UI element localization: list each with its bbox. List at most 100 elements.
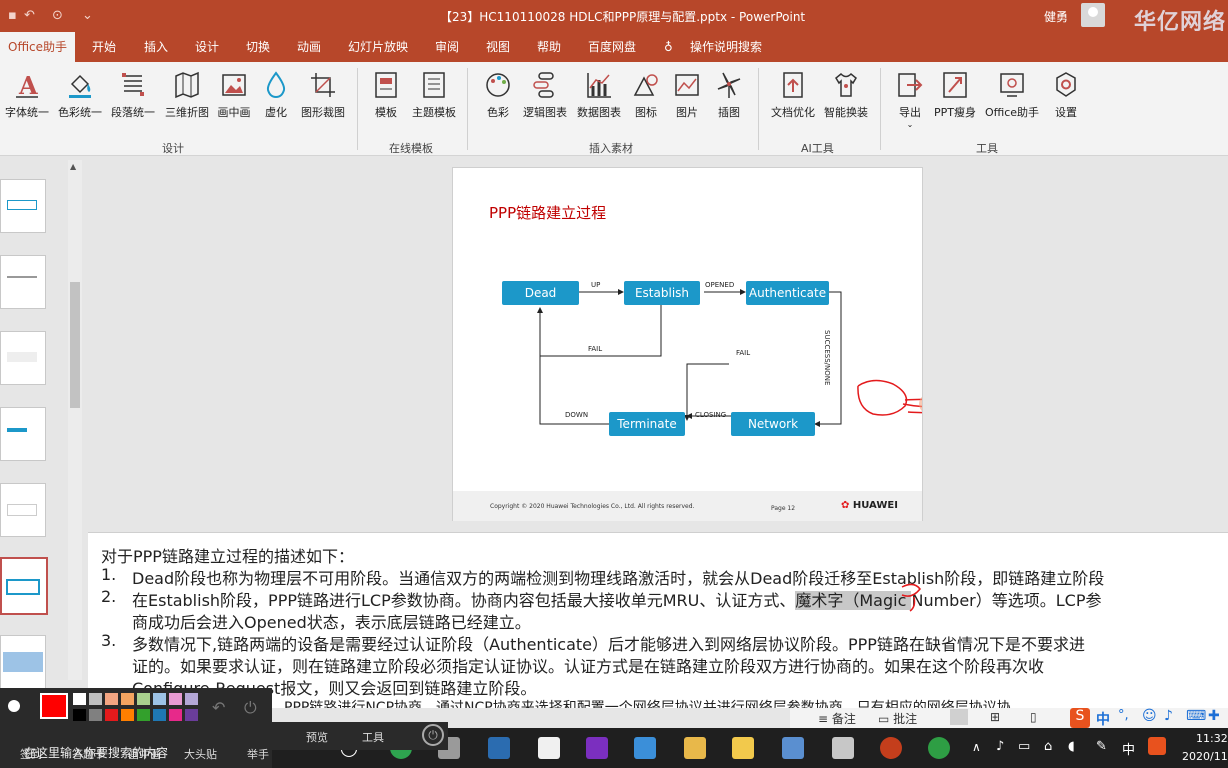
color-swatch[interactable] [169, 709, 182, 721]
theme-template-button[interactable]: 主题模板 [408, 70, 460, 120]
state-establish[interactable]: Establish [624, 281, 700, 305]
slide-thumbnail[interactable] [0, 483, 46, 537]
tab-review[interactable]: 审阅 [435, 32, 459, 62]
tab-view[interactable]: 视图 [486, 32, 510, 62]
slide-thumbnail[interactable] [0, 179, 46, 233]
undo-icon[interactable]: ↶ [212, 698, 225, 717]
comments-toggle-button[interactable]: ▭ 批注 [878, 710, 917, 727]
help-icon[interactable] [732, 737, 754, 759]
tab-baidu-netdisk[interactable]: 百度网盘 [588, 32, 636, 62]
pen-size-icon[interactable] [8, 700, 20, 712]
color-swatch[interactable] [185, 709, 198, 721]
office-assistant-button[interactable]: Office助手 [983, 70, 1041, 120]
avatar[interactable] [1081, 3, 1105, 27]
logic-chart-button[interactable]: 逻辑图表 [519, 70, 571, 120]
color-swatch[interactable] [121, 709, 134, 721]
onenote-icon[interactable] [586, 737, 608, 759]
color-swatch[interactable] [105, 709, 118, 721]
color-swatch[interactable] [153, 709, 166, 721]
tool-photo-sticker[interactable]: 大头贴 [184, 746, 217, 762]
tab-help[interactable]: 帮助 [537, 32, 561, 62]
font-unify-button[interactable]: A 字体统一 [3, 70, 51, 120]
sogou-icon[interactable] [1148, 737, 1166, 755]
network-app-icon[interactable] [782, 737, 804, 759]
scrollbar-thumb[interactable] [70, 282, 80, 408]
clock-date[interactable]: 2020/11 [1182, 750, 1228, 763]
icon-button[interactable]: 图标 [632, 70, 660, 120]
doc-optimize-button[interactable]: 文档优化 [768, 70, 818, 120]
tray-expand-icon[interactable]: ∧ [972, 740, 981, 754]
screen-app-icon[interactable] [832, 737, 854, 759]
state-terminate[interactable]: Terminate [609, 412, 685, 436]
user-name[interactable]: 健勇 [1044, 8, 1068, 25]
data-chart-button[interactable]: 数据图表 [573, 70, 625, 120]
color-swatch[interactable] [89, 709, 102, 721]
color-swatch[interactable] [121, 693, 134, 705]
color-swatch[interactable] [185, 693, 198, 705]
color-swatch[interactable] [169, 693, 182, 705]
document-icon[interactable] [538, 737, 560, 759]
state-authenticate[interactable]: Authenticate [746, 281, 829, 305]
app-icon[interactable] [928, 737, 950, 759]
slide-canvas[interactable]: PPP链路建立过程 Dead Establish Authenticate Te… [452, 167, 923, 521]
tell-me-search[interactable]: 操作说明搜索 [690, 32, 762, 62]
template-button[interactable]: 模板 [370, 70, 402, 120]
tab-office-assistant[interactable]: Office助手 [0, 32, 76, 62]
tab-animations[interactable]: 动画 [297, 32, 321, 62]
color-swatch[interactable] [73, 709, 86, 721]
punctuation-icon[interactable]: °, [1118, 708, 1129, 723]
smart-outfit-button[interactable]: 智能换装 [821, 70, 871, 120]
power-icon[interactable]: ⏻ [244, 698, 257, 718]
tool-raise-hand[interactable]: 举手 [247, 746, 271, 762]
normal-view-icon[interactable] [950, 709, 968, 725]
color-swatch[interactable] [153, 693, 166, 705]
powerpoint-icon[interactable] [880, 737, 902, 759]
scroll-up-icon[interactable]: ▲ [70, 162, 76, 171]
slide-thumbnail[interactable] [0, 635, 46, 689]
tab-design[interactable]: 设计 [195, 32, 219, 62]
slide-sorter-icon[interactable]: ⊞ [990, 710, 1000, 724]
paragraph-unify-button[interactable]: 段落统一 [107, 70, 159, 120]
blur-button[interactable]: 虚化 [260, 70, 292, 120]
power-icon[interactable]: ⏻ [422, 724, 444, 746]
ppt-slim-button[interactable]: PPT瘦身 [932, 70, 978, 120]
tab-slideshow[interactable]: 幻灯片放映 [348, 32, 408, 62]
color-swatch[interactable] [89, 693, 102, 705]
battery-icon[interactable]: ▭ [1018, 739, 1030, 754]
keyboard-icon[interactable]: ⌨ [1186, 708, 1206, 724]
tab-insert[interactable]: 插入 [144, 32, 168, 62]
customize-qat-icon[interactable]: ⌄ [82, 8, 93, 23]
search-app-icon[interactable] [488, 737, 510, 759]
tool-preview[interactable]: 预览 [306, 729, 328, 745]
clock-time[interactable]: 11:32 [1196, 732, 1228, 745]
slide-thumbnail[interactable] [0, 255, 46, 309]
undo-icon[interactable]: ↶ [24, 8, 35, 23]
tool-tools[interactable]: 工具 [362, 729, 384, 745]
color-swatch[interactable] [73, 693, 86, 705]
pen-icon[interactable]: ✎ [1096, 739, 1107, 754]
current-color-swatch[interactable] [40, 693, 68, 719]
notes-pane[interactable]: 对于PPP链路建立过程的描述如下： 1. Dead阶段也称为物理层不可用阶段。当… [88, 532, 1228, 708]
3d-fold-button[interactable]: 三维折图 [161, 70, 213, 120]
network-icon[interactable]: ⌂ [1044, 739, 1052, 754]
voice-icon[interactable]: ♪ [1164, 708, 1173, 724]
slide-thumbnail[interactable] [0, 331, 46, 385]
tab-transitions[interactable]: 切换 [246, 32, 270, 62]
reading-view-icon[interactable]: ▯ [1030, 710, 1037, 724]
export-button[interactable]: 导出 ⌄ [896, 70, 924, 129]
volume-icon[interactable]: ◖ [1068, 739, 1075, 754]
emoji-icon[interactable]: ☺ [1142, 708, 1157, 724]
taskbar-search-placeholder[interactable]: 在这里输入你要搜索的内容 [24, 744, 168, 761]
file-explorer-icon[interactable] [684, 737, 706, 759]
microphone-icon[interactable]: ♪ [996, 739, 1004, 754]
app-icon[interactable] [634, 737, 656, 759]
slideshow-icon[interactable]: ⊙ [52, 8, 63, 23]
illustration-button[interactable]: 插图 [715, 70, 743, 120]
ime-mode-label[interactable]: 中 [1096, 709, 1110, 729]
save-icon[interactable]: ▪ [8, 8, 17, 23]
skin-icon[interactable]: ✚ [1208, 708, 1220, 724]
shape-crop-button[interactable]: 图形裁图 [297, 70, 349, 120]
thumbnail-scrollbar[interactable]: ▲ [68, 160, 82, 680]
color-swatch[interactable] [105, 693, 118, 705]
state-network[interactable]: Network [731, 412, 815, 436]
